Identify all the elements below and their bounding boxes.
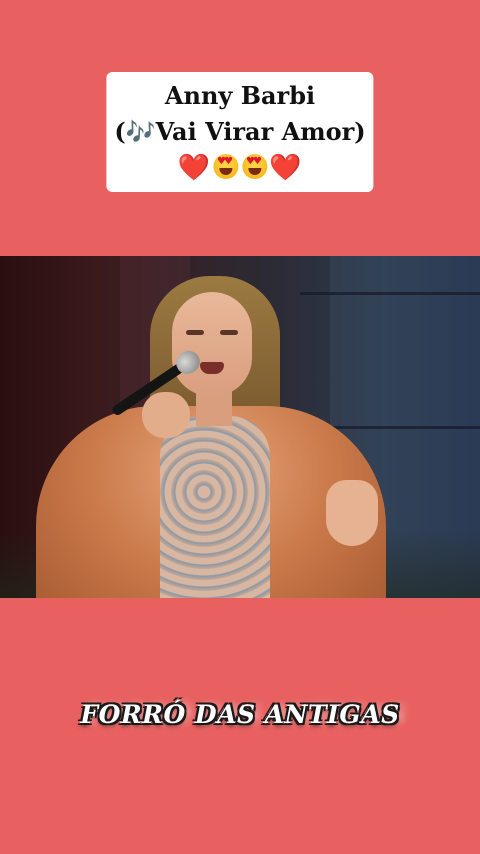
channel-label: FORRÓ DAS ANTIGAS [80, 700, 400, 729]
heart-eyes-smiley-icon [212, 154, 238, 179]
singer-raised-hand [326, 480, 378, 546]
song-title: Vai Virar Amor) [155, 117, 366, 146]
heart-eyes-smiley-icon [241, 154, 267, 179]
emoji-row: ❤️ ❤️ [114, 150, 365, 186]
open-paren: ( [114, 117, 126, 146]
song-caption-box: Anny Barbi (🎶Vai Virar Amor) ❤️ ❤️ [106, 72, 374, 192]
singer-face [172, 292, 252, 396]
singer-dress [160, 416, 270, 598]
eye-icon [186, 330, 204, 335]
red-heart-icon: ❤️ [177, 153, 211, 183]
stage-truss [300, 292, 480, 295]
singing-mouth [200, 362, 224, 374]
eye-icon [220, 330, 238, 335]
red-heart-icon: ❤️ [268, 153, 303, 183]
video-frame[interactable] [0, 256, 480, 598]
artist-name: Anny Barbi [164, 81, 316, 110]
music-notes-icon: 🎶 [125, 118, 156, 146]
singer-hand-holding-mic [142, 392, 190, 438]
song-title-line: (🎶Vai Virar Amor) [114, 114, 365, 150]
